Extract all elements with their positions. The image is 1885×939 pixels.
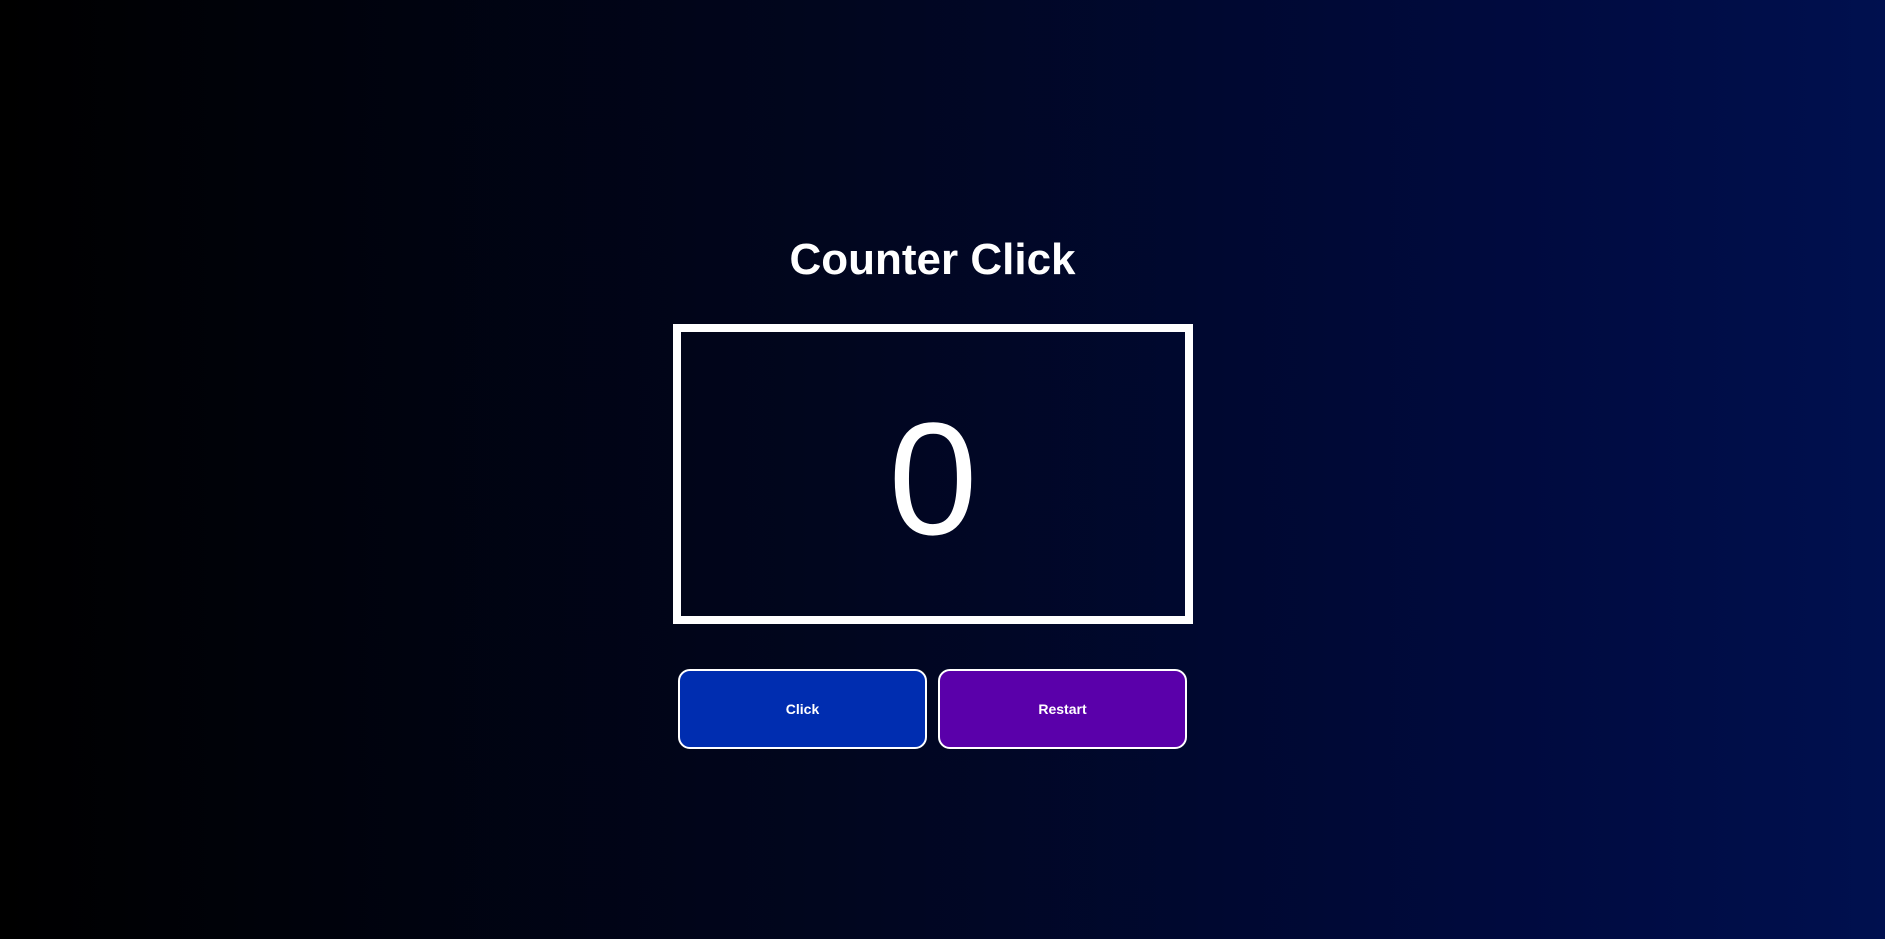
button-group: Click Restart	[678, 669, 1188, 749]
counter-display: 0	[673, 324, 1193, 624]
counter-value: 0	[888, 389, 978, 568]
restart-button[interactable]: Restart	[938, 669, 1187, 749]
page-title: Counter Click	[789, 235, 1076, 284]
click-button[interactable]: Click	[678, 669, 927, 749]
counter-app: Counter Click 0 Click Restart	[0, 0, 1885, 939]
